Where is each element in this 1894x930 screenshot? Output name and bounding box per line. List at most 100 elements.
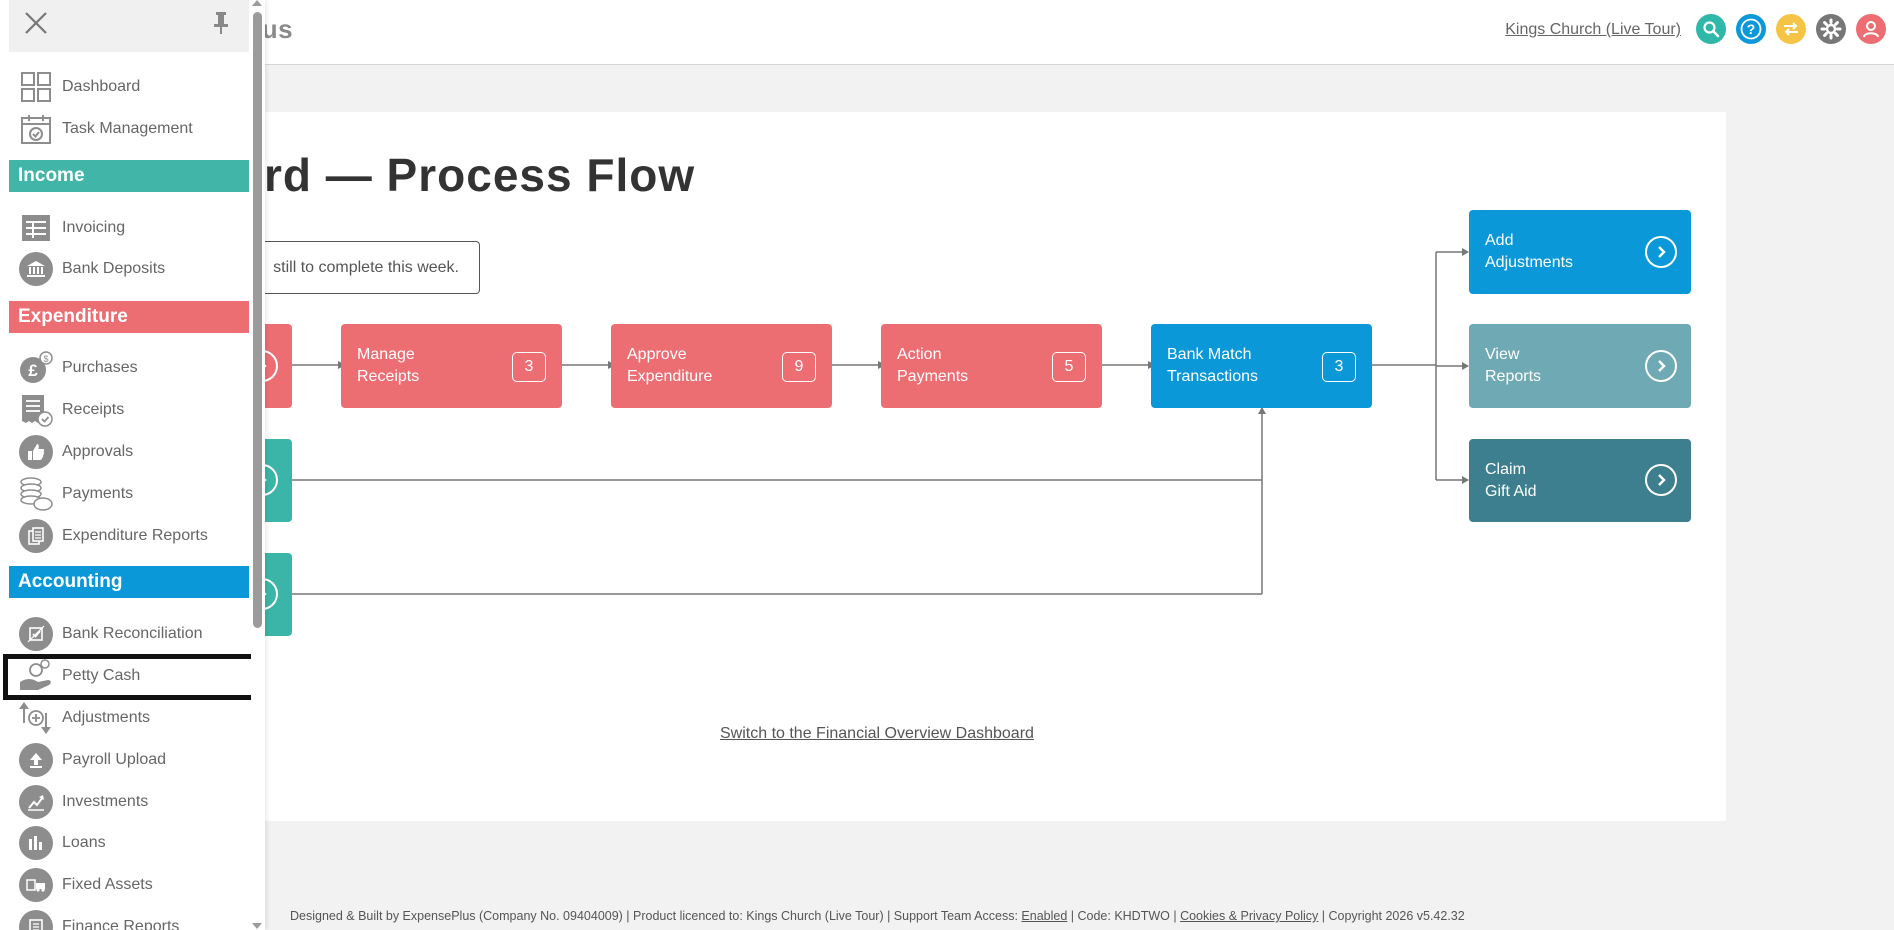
- finance-reports-icon: [18, 909, 54, 930]
- scroll-up-arrow[interactable]: [252, 0, 262, 6]
- settings-icon[interactable]: [1816, 14, 1846, 44]
- dashboard-icon: [18, 69, 54, 105]
- sidebar-header: [9, 0, 249, 52]
- thumbs-up-icon: [18, 434, 54, 470]
- sidebar-item-label: Bank Deposits: [62, 260, 166, 277]
- sidebar-item-payroll-upload[interactable]: Payroll Upload: [18, 741, 248, 779]
- organisation-link[interactable]: Kings Church (Live Tour): [1505, 21, 1681, 39]
- sidebar-item-adjustments[interactable]: Adjustments: [18, 699, 248, 737]
- sidebar-item-label: Finance Reports: [62, 918, 180, 930]
- sidebar-item-payments[interactable]: Payments: [18, 475, 248, 513]
- bank-match-transactions-button[interactable]: Bank Match Transactions 3: [1151, 324, 1372, 408]
- loans-icon: [18, 825, 54, 861]
- footer: Designed & Built by ExpensePlus (Company…: [290, 909, 1465, 923]
- header-icons: ?: [1696, 14, 1886, 44]
- sidebar-item-label: Receipts: [62, 401, 125, 418]
- selection-highlight: [3, 654, 265, 700]
- approve-expenditure-button[interactable]: Approve Expenditure 9: [611, 324, 832, 408]
- sidebar-item-label: Dashboard: [62, 78, 141, 95]
- sidebar-item-label: Approvals: [62, 443, 134, 460]
- count-badge: 5: [1052, 352, 1086, 382]
- svg-text:$: $: [43, 354, 48, 364]
- section-accounting: Accounting: [9, 566, 249, 598]
- flow-label-line2: Gift Aid: [1485, 483, 1537, 500]
- flow-label-line2: Expenditure: [627, 368, 713, 385]
- section-income: Income: [9, 160, 249, 192]
- sidebar-item-label: Expenditure Reports: [62, 527, 208, 544]
- search-icon[interactable]: [1696, 14, 1726, 44]
- flow-label-line2: Reports: [1485, 368, 1542, 385]
- count-badge: 3: [1322, 352, 1356, 382]
- sidebar-item-task-management[interactable]: Task Management: [18, 110, 248, 148]
- receipt-icon: [18, 392, 54, 428]
- section-expenditure: Expenditure: [9, 301, 249, 333]
- sidebar-item-label: Fixed Assets: [62, 876, 153, 893]
- scroll-down-arrow[interactable]: [252, 923, 262, 929]
- cookies-policy-link[interactable]: Cookies & Privacy Policy: [1180, 909, 1318, 923]
- coins-icon: [18, 476, 54, 512]
- sidebar-item-label: Payroll Upload: [62, 751, 167, 768]
- flow-label-line1: Bank Match: [1167, 346, 1252, 363]
- invoice-icon: [18, 210, 54, 246]
- chevron-right-icon: [1645, 236, 1677, 268]
- manage-receipts-button[interactable]: Manage Receipts 3: [341, 324, 562, 408]
- footer-text: | Copyright 2026 v5.42.32: [1318, 909, 1465, 923]
- sidebar-item-label: Investments: [62, 793, 149, 810]
- switch-dashboard-link[interactable]: Switch to the Financial Overview Dashboa…: [720, 725, 1034, 743]
- action-payments-button[interactable]: Action Payments 5: [881, 324, 1102, 408]
- upload-icon: [18, 742, 54, 778]
- dashboard-card: rd — Process Flow still to complete this…: [224, 112, 1726, 821]
- svg-text:£: £: [28, 361, 38, 380]
- sidebar-item-label: Loans: [62, 834, 106, 851]
- scrollbar-thumb[interactable]: [253, 12, 262, 628]
- flow-label-line1: Claim: [1485, 461, 1526, 478]
- sidebar-item-approvals[interactable]: Approvals: [18, 433, 248, 471]
- sidebar-item-finance-reports[interactable]: Finance Reports: [18, 908, 248, 930]
- claim-gift-aid-button[interactable]: Claim Gift Aid: [1469, 439, 1691, 522]
- count-badge: 9: [782, 352, 816, 382]
- pin-icon[interactable]: [212, 11, 230, 40]
- sidebar-item-label: Payments: [62, 485, 134, 502]
- flow-label-line2: Transactions: [1167, 368, 1258, 385]
- sidebar-item-label: Bank Reconciliation: [62, 625, 203, 642]
- reconcile-icon: [18, 616, 54, 652]
- top-bar: lus Kings Church (Live Tour) ?: [0, 0, 1894, 65]
- bank-icon: [18, 251, 54, 287]
- view-reports-button[interactable]: View Reports: [1469, 324, 1691, 408]
- sidebar-item-label: Purchases: [62, 359, 138, 376]
- add-adjustments-button[interactable]: Add Adjustments: [1469, 210, 1691, 294]
- sidebar-item-label: Invoicing: [62, 219, 126, 236]
- switch-icon[interactable]: [1776, 14, 1806, 44]
- chevron-right-icon: [1645, 464, 1677, 496]
- sidebar-item-loans[interactable]: Loans: [18, 824, 248, 862]
- sidebar-item-purchases[interactable]: £ $ Purchases: [18, 349, 248, 387]
- flow-label-line2: Adjustments: [1485, 254, 1574, 271]
- purchases-icon: £ $: [18, 350, 54, 386]
- support-access-link[interactable]: Enabled: [1021, 909, 1067, 923]
- help-icon[interactable]: ?: [1736, 14, 1766, 44]
- sidebar-item-expenditure-reports[interactable]: Expenditure Reports: [18, 517, 248, 555]
- chart-icon: [18, 784, 54, 820]
- flow-label-line1: Manage: [357, 346, 415, 363]
- sidebar: Dashboard Task Management Income Invoici…: [0, 0, 265, 930]
- flow-label-line1: Approve: [627, 346, 687, 363]
- close-icon[interactable]: [23, 10, 49, 41]
- sidebar-item-dashboard[interactable]: Dashboard: [18, 68, 248, 106]
- svg-text:?: ?: [1747, 21, 1756, 37]
- flow-label-line1: Add: [1485, 232, 1514, 249]
- reports-icon: [18, 518, 54, 554]
- sidebar-item-bank-deposits[interactable]: Bank Deposits: [18, 250, 248, 288]
- sidebar-item-investments[interactable]: Investments: [18, 783, 248, 821]
- sidebar-item-bank-reconciliation[interactable]: Bank Reconciliation: [18, 615, 248, 653]
- sidebar-item-label: Task Management: [62, 120, 193, 137]
- fixed-assets-icon: [18, 867, 54, 903]
- chevron-right-icon: [1645, 350, 1677, 382]
- calendar-icon: [18, 111, 54, 147]
- flow-label-line1: Action: [897, 346, 942, 363]
- sidebar-item-fixed-assets[interactable]: Fixed Assets: [18, 866, 248, 904]
- user-icon[interactable]: [1856, 14, 1886, 44]
- sidebar-item-label: Adjustments: [62, 709, 151, 726]
- sidebar-item-invoicing[interactable]: Invoicing: [18, 209, 248, 247]
- footer-text: Designed & Built by ExpensePlus (Company…: [290, 909, 1022, 923]
- sidebar-item-receipts[interactable]: Receipts: [18, 391, 248, 429]
